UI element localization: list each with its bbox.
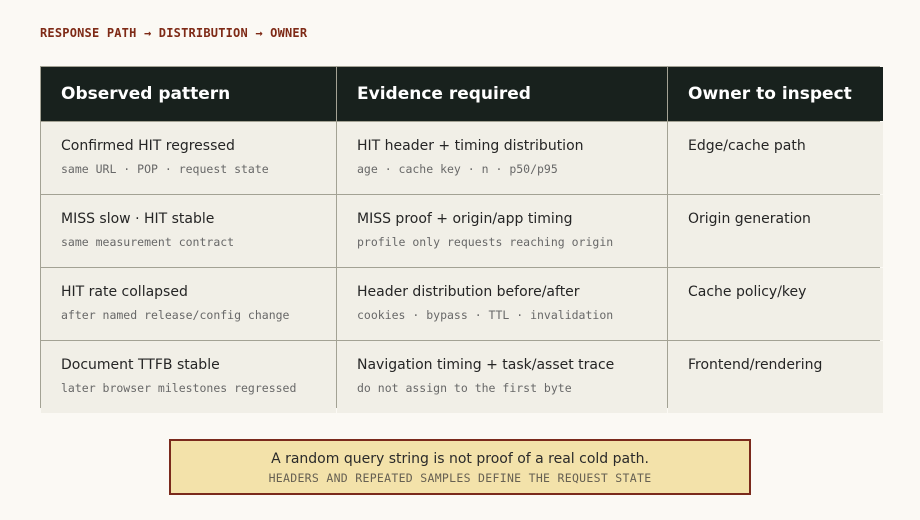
evidence-label: Navigation timing + task/asset trace <box>357 357 615 373</box>
owner-label: Cache policy/key <box>688 284 807 300</box>
callout-subtext: HEADERS AND REPEATED SAMPLES DEFINE THE … <box>268 471 652 485</box>
table-row-owner: Origin generation <box>668 195 883 267</box>
evidence-label: MISS proof + origin/app timing <box>357 211 573 227</box>
evidence-note: profile only requests reaching origin <box>357 235 614 249</box>
table-row-pattern: Confirmed HIT regressed same URL · POP ·… <box>41 122 336 194</box>
pattern-label: Confirmed HIT regressed <box>61 138 235 154</box>
table-row-pattern: HIT rate collapsed after named release/c… <box>41 268 336 340</box>
pattern-label: MISS slow · HIT stable <box>61 211 215 227</box>
kicker-title: RESPONSE PATH → DISTRIBUTION → OWNER <box>40 26 308 40</box>
column-header-evidence: Evidence required <box>337 67 667 121</box>
table-row-pattern: Document TTFB stable later browser miles… <box>41 341 336 413</box>
warning-callout: A random query string is not proof of a … <box>169 439 751 495</box>
owner-label: Edge/cache path <box>688 138 806 154</box>
table-row-owner: Frontend/rendering <box>668 341 883 413</box>
pattern-note: after named release/config change <box>61 308 290 322</box>
callout-text: A random query string is not proof of a … <box>271 451 649 467</box>
table-row-evidence: HIT header + timing distribution age · c… <box>337 122 667 194</box>
table-row-pattern: MISS slow · HIT stable same measurement … <box>41 195 336 267</box>
evidence-note: cookies · bypass · TTL · invalidation <box>357 308 614 322</box>
evidence-note: do not assign to the first byte <box>357 381 572 395</box>
pattern-label: HIT rate collapsed <box>61 284 188 300</box>
table-row-owner: Edge/cache path <box>668 122 883 194</box>
pattern-label: Document TTFB stable <box>61 357 220 373</box>
column-header-pattern: Observed pattern <box>41 67 336 121</box>
table-row-owner: Cache policy/key <box>668 268 883 340</box>
owner-label: Frontend/rendering <box>688 357 823 373</box>
pattern-note: later browser milestones regressed <box>61 381 297 395</box>
owner-label: Origin generation <box>688 211 811 227</box>
table-row-evidence: MISS proof + origin/app timing profile o… <box>337 195 667 267</box>
evidence-label: HIT header + timing distribution <box>357 138 584 154</box>
routing-table: Observed pattern Evidence required Owner… <box>40 66 883 413</box>
column-header-owner: Owner to inspect <box>668 67 883 121</box>
pattern-note: same measurement contract <box>61 235 235 249</box>
evidence-note: age · cache key · n · p50/p95 <box>357 162 558 176</box>
evidence-label: Header distribution before/after <box>357 284 580 300</box>
pattern-note: same URL · POP · request state <box>61 162 269 176</box>
table-row-evidence: Header distribution before/after cookies… <box>337 268 667 340</box>
table-row-evidence: Navigation timing + task/asset trace do … <box>337 341 667 413</box>
